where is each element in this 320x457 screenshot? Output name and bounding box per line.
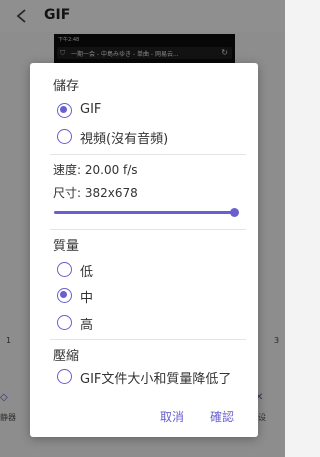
option-video-label[interactable]: 視頻(沒有音頻) (80, 128, 168, 147)
option-gif-label[interactable]: GIF (80, 102, 101, 117)
divider (50, 339, 246, 340)
divider (50, 154, 246, 155)
radio-quality-high[interactable] (57, 315, 72, 330)
speed-text: 速度: 20.00 f/s (53, 163, 138, 177)
size-text: 尺寸: 382x678 (53, 186, 138, 200)
radio-gif[interactable] (57, 103, 72, 118)
divider (50, 229, 246, 230)
quality-high-label[interactable]: 高 (80, 314, 93, 333)
size-slider-track[interactable] (54, 211, 234, 214)
compress-section-title: 壓縮 (53, 349, 80, 364)
radio-quality-low[interactable] (57, 262, 72, 277)
quality-low-label[interactable]: 低 (80, 261, 93, 280)
confirm-button[interactable]: 確認 (210, 408, 234, 425)
quality-section-title: 質量 (53, 239, 80, 254)
save-section-title: 儲存 (53, 79, 80, 94)
size-slider-thumb[interactable] (230, 208, 239, 217)
quality-medium-label[interactable]: 中 (80, 287, 93, 306)
save-dialog: 儲存 GIF 視頻(沒有音頻) 速度: 20.00 f/s 尺寸: 382x67… (30, 63, 258, 437)
compress-option-label[interactable]: GIF文件大小和質量降低了 (80, 368, 231, 387)
cancel-button[interactable]: 取消 (160, 408, 184, 425)
radio-quality-medium[interactable] (57, 288, 72, 303)
radio-video[interactable] (57, 129, 72, 144)
compress-checkbox[interactable] (57, 369, 72, 384)
